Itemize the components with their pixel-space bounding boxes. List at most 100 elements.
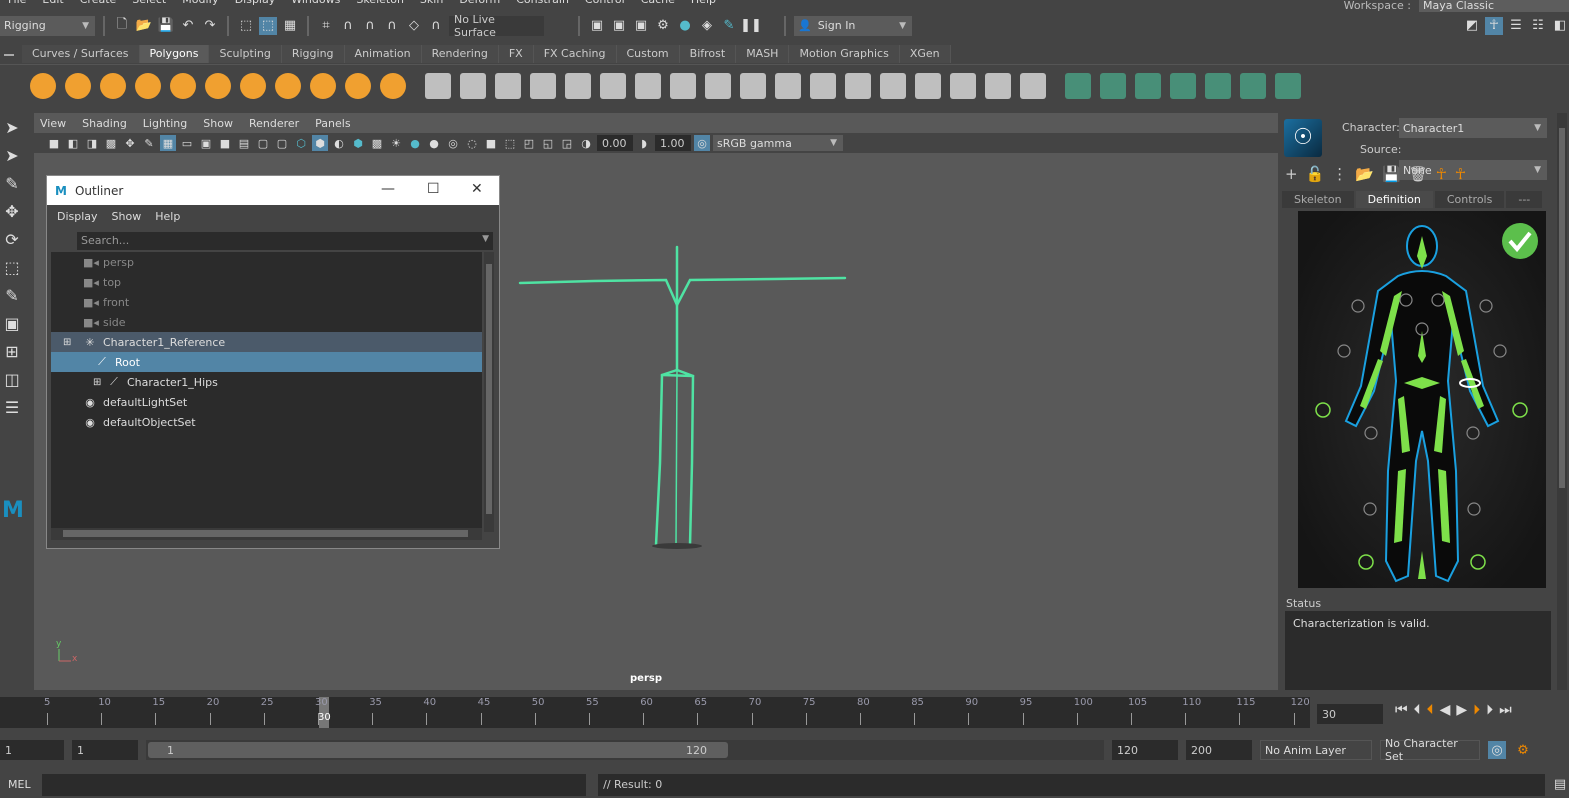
shelf-prism-icon[interactable] (240, 72, 266, 99)
menu-skeleton[interactable]: Skeleton (348, 0, 412, 7)
shelf-tab[interactable]: Custom (616, 45, 680, 63)
skeleton-pose-icon[interactable]: ☥ (1455, 165, 1466, 183)
scene-end-field[interactable]: 200 (1186, 740, 1252, 760)
create-character-icon[interactable]: + (1285, 165, 1298, 183)
shelf-tab[interactable]: Bifrost (679, 45, 737, 63)
outliner-menu-help[interactable]: Help (155, 210, 180, 223)
select-tool-icon[interactable]: ➤ (2, 118, 22, 138)
menu-create[interactable]: Create (72, 0, 125, 7)
undo-icon[interactable]: ↶ (179, 17, 197, 35)
hik-source-menu-icon[interactable]: ☉ (1284, 119, 1322, 157)
current-frame-field[interactable]: 30 (1317, 704, 1383, 724)
render-settings-icon[interactable]: ⚙ (654, 17, 672, 35)
shelf-separate-icon[interactable] (460, 72, 486, 99)
shelf-sphere-icon[interactable] (30, 72, 56, 99)
modeling-toolkit-icon[interactable]: ◩ (1463, 17, 1481, 35)
snap-point-icon[interactable]: ∩ (361, 17, 379, 35)
hypershade-icon[interactable]: ● (676, 17, 694, 35)
minimize-button[interactable]: — (381, 181, 395, 197)
outliner-menu-display[interactable]: Display (57, 210, 98, 223)
attribute-editor-icon[interactable]: ☰ (1507, 17, 1525, 35)
shelf-plane-icon[interactable] (170, 72, 196, 99)
shelf-bridge-icon[interactable] (705, 72, 731, 99)
menu-skin[interactable]: Skin (412, 0, 451, 7)
shelf-bevel-icon[interactable] (670, 72, 696, 99)
snap-curve-icon[interactable]: ∩ (339, 17, 357, 35)
render-frame-icon[interactable]: ▣ (610, 17, 628, 35)
shelf-extrude-icon[interactable] (740, 72, 766, 99)
shelf-tab[interactable]: FX (498, 45, 534, 63)
outliner-titlebar[interactable]: M Outliner — ☐ ✕ (47, 176, 499, 205)
play-backward-icon[interactable]: ◀ (1440, 702, 1451, 718)
ipr-render-icon[interactable]: ▣ (632, 17, 650, 35)
shelf-tab[interactable]: Motion Graphics (789, 45, 900, 63)
menu-set-dropdown[interactable]: Rigging ▼ (0, 15, 95, 36)
shelf-type-icon[interactable] (345, 72, 371, 99)
step-forward-key-icon[interactable]: ⏵ (1486, 702, 1493, 718)
shelf-cone-icon[interactable] (135, 72, 161, 99)
shelf-average-icon[interactable] (600, 72, 626, 99)
shelf-tab[interactable]: Rigging (281, 45, 345, 63)
paint-select-icon[interactable]: ✎ (2, 174, 22, 194)
character-definition-view[interactable] (1298, 211, 1546, 588)
snap-surface-icon[interactable]: ◇ (405, 17, 423, 35)
snap-grid-icon[interactable]: ⌗ (317, 17, 335, 35)
command-language-toggle[interactable]: MEL (8, 778, 36, 791)
menu-cache[interactable]: Cache (633, 0, 683, 7)
snap-view-icon[interactable]: ∩ (383, 17, 401, 35)
shelf-mirror-icon[interactable] (635, 72, 661, 99)
hik-tab[interactable]: Definition (1355, 191, 1433, 208)
step-forward-frame-icon[interactable]: ⏵ (1473, 702, 1480, 718)
save-scene-icon[interactable]: 💾 (157, 17, 175, 35)
shelf-multi-cut-icon[interactable] (775, 72, 801, 99)
close-button[interactable]: ✕ (471, 181, 483, 197)
shelf-crease-icon[interactable] (880, 72, 906, 99)
hik-tab[interactable]: Skeleton (1282, 191, 1354, 208)
menu-windows[interactable]: Windows (283, 0, 348, 7)
outliner-hscrollbar[interactable] (51, 528, 482, 540)
auto-key-icon[interactable]: ◎ (1488, 741, 1506, 759)
hik-tab[interactable]: Controls (1434, 191, 1505, 208)
shelf-target-weld-icon[interactable] (810, 72, 836, 99)
outliner-item[interactable]: ◉ defaultLightSet (51, 392, 482, 412)
outliner-item[interactable]: ■◂ persp (51, 252, 482, 272)
shelf-connect-icon[interactable] (915, 72, 941, 99)
channel-box-icon[interactable]: ◧ (1551, 17, 1569, 35)
character-set-dropdown[interactable]: No Character Set (1380, 737, 1480, 763)
outliner-search-input[interactable]: Search... ▼ (77, 232, 493, 250)
shelf-tab[interactable]: XGen (899, 45, 951, 63)
sign-in-dropdown[interactable]: 👤 Sign In ▼ (794, 15, 912, 36)
shelf-checker-icon[interactable] (1240, 72, 1266, 99)
layout-two-icon[interactable]: ◫ (2, 370, 22, 390)
shelf-tab[interactable]: MASH (736, 45, 790, 63)
menu-constrain[interactable]: Constrain (508, 0, 577, 7)
shelf-pyramid-icon[interactable] (275, 72, 301, 99)
move-tool-icon[interactable]: ✥ (2, 202, 22, 222)
character-dropdown[interactable]: Character1 ▼ (1399, 118, 1547, 138)
shelf-contour-icon[interactable] (1205, 72, 1231, 99)
menu-display[interactable]: Display (227, 0, 284, 7)
outliner-item[interactable]: ⊞ ✳ Character1_Reference (51, 332, 482, 352)
shelf-tab[interactable]: Animation (344, 45, 422, 63)
outliner-menu-show[interactable]: Show (112, 210, 142, 223)
lock-icon[interactable]: 🔓 (1306, 165, 1325, 183)
outliner-item[interactable]: ■◂ front (51, 292, 482, 312)
save-icon[interactable]: 💾 (1382, 165, 1401, 183)
shelf-insert-edge-icon[interactable] (950, 72, 976, 99)
scene-start-field[interactable]: 1 (0, 740, 64, 760)
animation-prefs-icon[interactable]: ⚙ (1514, 741, 1532, 759)
shelf-svg-icon[interactable] (380, 72, 406, 99)
hik-toggle-icon[interactable]: ☥ (1485, 16, 1503, 35)
menu-help[interactable]: Help (683, 0, 724, 7)
lasso-tool-icon[interactable]: ➤ (2, 146, 22, 166)
shelf-booleans-icon[interactable] (530, 72, 556, 99)
anim-layer-dropdown[interactable]: No Anim Layer (1260, 740, 1372, 760)
rotate-tool-icon[interactable]: ⟳ (2, 230, 22, 250)
outliner-item[interactable]: ◉ defaultObjectSet (51, 412, 482, 432)
step-back-key-icon[interactable]: ⏴ (1414, 702, 1421, 718)
shelf-quad-draw-icon[interactable] (845, 72, 871, 99)
shelf-tab[interactable]: Polygons (139, 45, 210, 63)
live-surface-field[interactable]: No Live Surface (449, 13, 544, 39)
tool-settings-icon[interactable]: ☷ (1529, 17, 1547, 35)
outliner-vscrollbar[interactable] (484, 252, 494, 532)
